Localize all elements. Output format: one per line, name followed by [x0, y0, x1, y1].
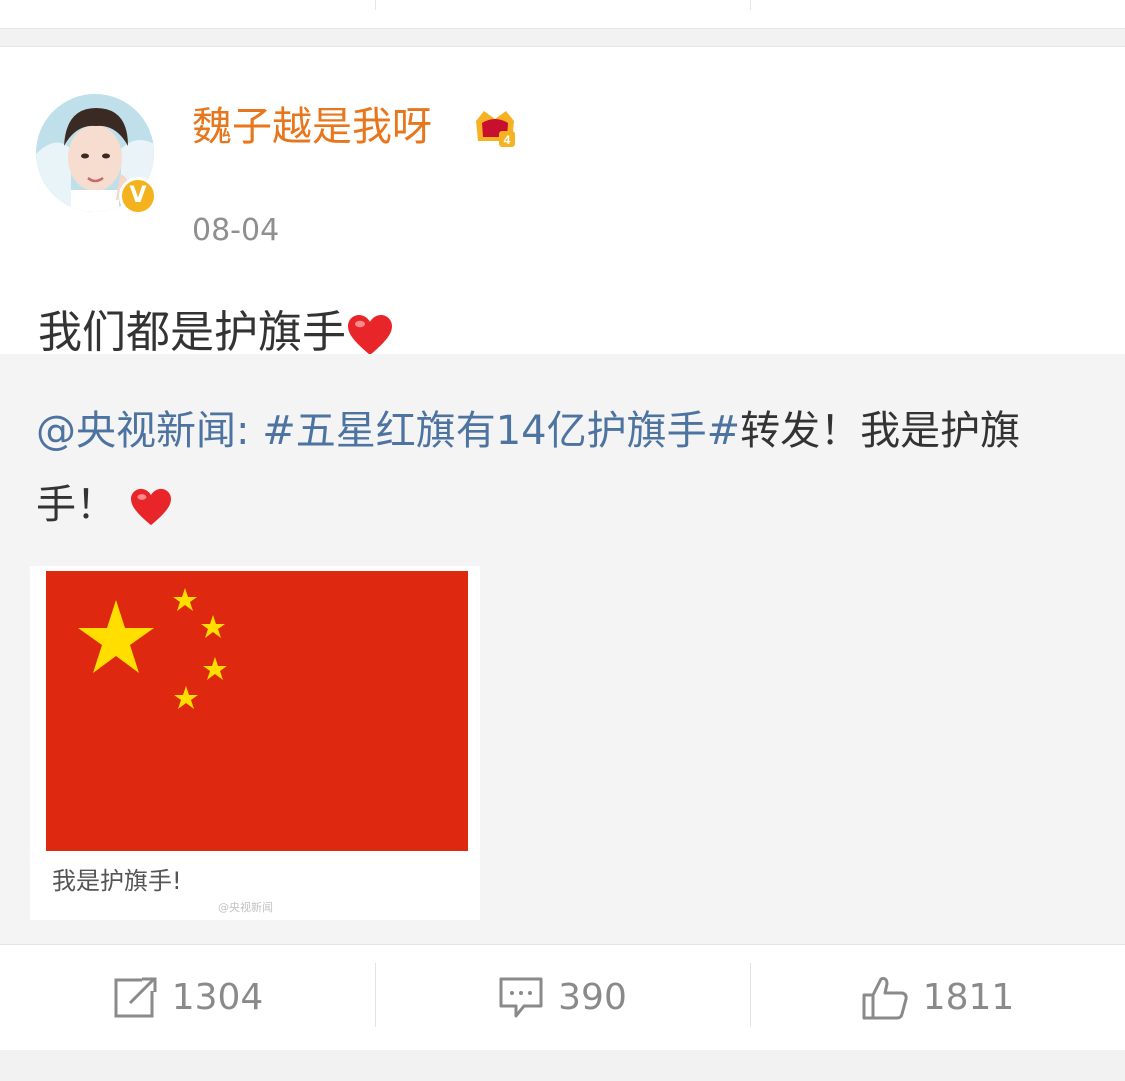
svg-text:4: 4 [504, 133, 511, 147]
repost-colon: : [236, 408, 263, 454]
china-flag-image [46, 571, 468, 851]
heart-icon [348, 315, 392, 355]
repost-icon [114, 977, 157, 1017]
verified-badge-icon: V [119, 177, 157, 215]
repost-author-link[interactable]: @央视新闻 [36, 408, 236, 454]
heart-icon [130, 488, 171, 526]
like-button[interactable]: 1811 [750, 945, 1125, 1050]
like-count: 1811 [922, 977, 1015, 1018]
thumbs-up-icon [862, 976, 908, 1019]
post-text: 我们都是护旗手 [38, 305, 394, 361]
reposted-content[interactable]: @央视新闻: #五星红旗有14亿护旗手#转发！我是护旗手！ 我是护旗手! @央视… [0, 354, 1125, 944]
action-bar: 1304 390 1811 [0, 944, 1125, 1050]
repost-button[interactable]: 1304 [0, 945, 375, 1050]
divider [750, 0, 751, 10]
repost-count: 1304 [171, 977, 264, 1018]
repost-text: @央视新闻: #五星红旗有14亿护旗手#转发！我是护旗手！ [36, 394, 1076, 542]
post-time: 08-04 [192, 213, 280, 248]
comment-count: 390 [558, 977, 627, 1018]
previous-card-footer [0, 0, 1125, 29]
post-card: V 魏子越是我呀 4 08-04 我们都是护旗手 @央视新闻: #五星红旗有14… [0, 46, 1125, 1050]
image-caption: 我是护旗手! [52, 867, 182, 895]
post-text-content: 我们都是护旗手 [38, 307, 346, 358]
post-image[interactable]: 我是护旗手! @央视新闻 [30, 566, 480, 920]
weibo-page: V 魏子越是我呀 4 08-04 我们都是护旗手 @央视新闻: #五星红旗有14… [0, 0, 1125, 1081]
comment-icon [499, 977, 543, 1017]
username[interactable]: 魏子越是我呀 [192, 103, 432, 151]
image-watermark: @央视新闻 [218, 901, 273, 914]
divider [375, 0, 376, 10]
vip-crown-icon: 4 [476, 111, 515, 147]
hashtag-link[interactable]: #五星红旗有14亿护旗手# [262, 408, 740, 454]
comment-button[interactable]: 390 [375, 945, 750, 1050]
